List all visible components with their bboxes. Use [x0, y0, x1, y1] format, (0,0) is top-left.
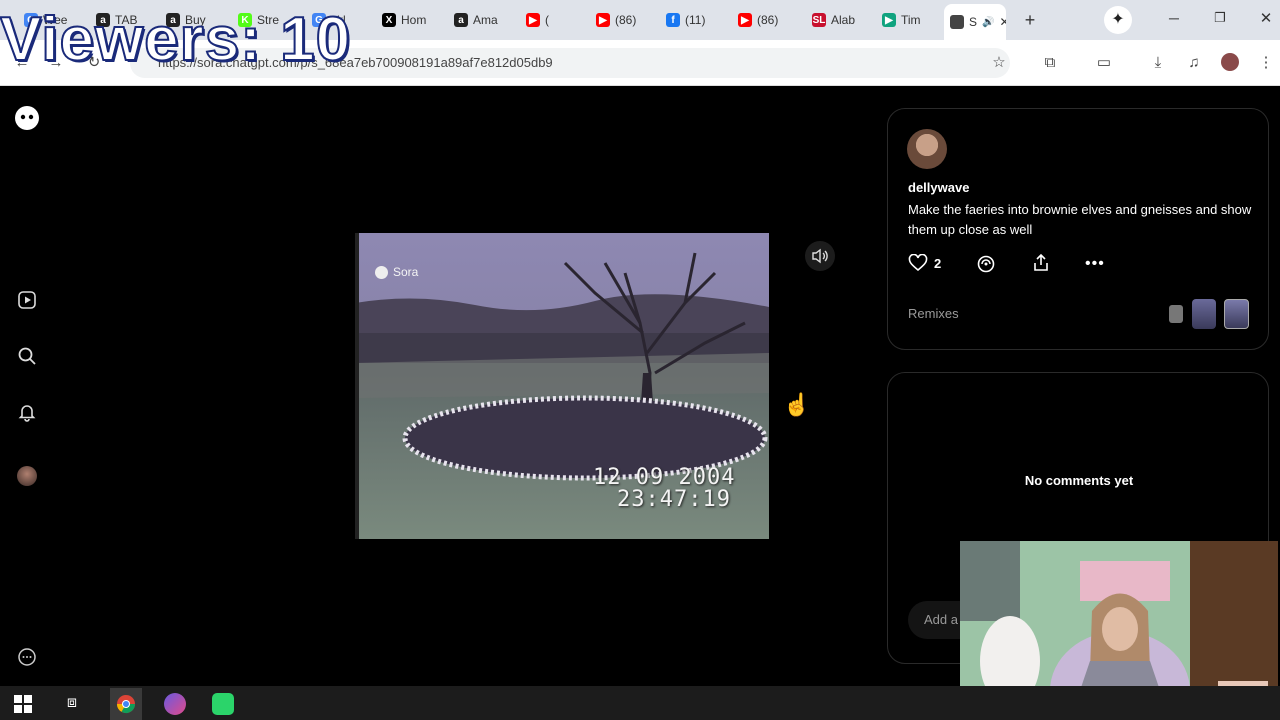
- browser-tab[interactable]: SL Alab: [806, 6, 874, 34]
- task-view-icon[interactable]: ⧈: [62, 694, 82, 714]
- tab-favicon-icon: a: [454, 13, 468, 27]
- tab-title: Tim: [901, 13, 921, 27]
- more-options-icon[interactable]: [14, 644, 40, 670]
- share-button[interactable]: [1031, 253, 1051, 278]
- tab-favicon-icon: [950, 15, 964, 29]
- like-count: 2: [934, 255, 942, 271]
- profile-avatar[interactable]: [14, 463, 40, 489]
- tab-title: (: [545, 13, 549, 27]
- new-tab-button[interactable]: +: [1020, 10, 1040, 30]
- browser-tab[interactable]: S 🔊 ✕: [944, 4, 1006, 40]
- close-window-button[interactable]: ✕: [1258, 9, 1274, 27]
- hand-cursor-icon: ☝: [783, 392, 811, 417]
- tab-favicon-icon: X: [382, 13, 396, 27]
- streaming-app-taskbar-icon[interactable]: [164, 693, 186, 715]
- chrome-taskbar-icon[interactable]: [110, 688, 142, 720]
- media-control-icon[interactable]: ♫: [1184, 52, 1204, 72]
- no-comments-text: No comments yet: [1024, 473, 1134, 488]
- post-prompt-text: Make the faeries into brownie elves and …: [908, 202, 1252, 237]
- tab-title: Alab: [831, 13, 856, 27]
- tab-favicon-icon: SL: [812, 13, 826, 27]
- sora-watermark-text: Sora: [393, 265, 419, 279]
- profile-avatar[interactable]: [1220, 52, 1240, 72]
- tab-close-icon[interactable]: ✕: [999, 15, 1006, 29]
- menu-kebab-icon[interactable]: ⋮: [1256, 52, 1276, 72]
- tab-title: (11): [685, 13, 706, 27]
- sora-watermark: Sora: [375, 265, 418, 279]
- remix-thumbnail[interactable]: [1169, 305, 1183, 323]
- tab-title: S: [969, 15, 978, 29]
- browser-tab[interactable]: X Hom: [376, 6, 446, 34]
- browser-tab[interactable]: f (11): [660, 6, 730, 34]
- remix-thumbnail[interactable]: [1224, 299, 1249, 329]
- browser-tab[interactable]: ▶ (86): [732, 6, 804, 34]
- remix-button[interactable]: [976, 254, 996, 279]
- viewer-count-overlay: Viewers: 10: [0, 4, 352, 75]
- search-icon[interactable]: [14, 343, 40, 369]
- browser-tab[interactable]: a Ama: [448, 6, 518, 34]
- heart-icon: [908, 254, 928, 272]
- extensions-icon[interactable]: ⧉: [1040, 52, 1060, 72]
- tab-favicon-icon: ▶: [738, 13, 752, 27]
- messaging-app-taskbar-icon[interactable]: [212, 693, 234, 715]
- remix-thumbnail[interactable]: [1192, 299, 1216, 329]
- video-player[interactable]: Sora 12 09 2004 23:47:19: [355, 233, 769, 539]
- bookmark-star-icon[interactable]: ☆: [989, 52, 1009, 72]
- browser-tab[interactable]: ▶ Tim: [876, 6, 942, 34]
- speaker-icon: [812, 248, 828, 264]
- post-details-panel: dellywave Make the faeries into brownie …: [887, 108, 1269, 350]
- sora-logo-icon[interactable]: [14, 105, 40, 131]
- tab-favicon-icon: ▶: [882, 13, 896, 27]
- minimize-button[interactable]: ─: [1166, 10, 1182, 28]
- tab-title: Hom: [401, 13, 427, 27]
- video-time-stamp: 23:47:19: [617, 487, 731, 512]
- mute-toggle-button[interactable]: [805, 241, 835, 271]
- windows-taskbar: ⧈: [0, 686, 1280, 720]
- browser-tab[interactable]: ▶ (86): [590, 6, 658, 34]
- windows-start-icon[interactable]: [14, 695, 32, 713]
- play-feed-icon[interactable]: [14, 287, 40, 313]
- tab-favicon-icon: ▶: [526, 13, 540, 27]
- notifications-bell-icon[interactable]: [14, 399, 40, 425]
- remix-icon: [977, 255, 995, 273]
- like-button[interactable]: 2: [908, 254, 941, 272]
- gemini-icon[interactable]: ✦: [1104, 6, 1132, 34]
- tab-audio-icon[interactable]: 🔊: [982, 17, 994, 28]
- share-icon: [1034, 253, 1048, 271]
- cast-icon[interactable]: ▭: [1094, 52, 1114, 72]
- remixes-label: Remixes: [908, 306, 959, 321]
- author-avatar[interactable]: [907, 129, 947, 169]
- browser-tab[interactable]: ▶(: [520, 6, 588, 34]
- author-username[interactable]: dellywave: [908, 180, 969, 195]
- tab-favicon-icon: ▶: [596, 13, 610, 27]
- tab-title: (86): [615, 13, 637, 27]
- download-icon[interactable]: ⤓: [1148, 52, 1168, 72]
- tab-title: Ama: [473, 13, 498, 27]
- tab-title: (86): [757, 13, 779, 27]
- tab-favicon-icon: f: [666, 13, 680, 27]
- more-actions-button[interactable]: •••: [1085, 255, 1105, 273]
- restore-button[interactable]: ❐: [1212, 10, 1228, 28]
- comment-input-placeholder: Add a: [924, 612, 958, 627]
- sora-watermark-icon: [375, 265, 388, 279]
